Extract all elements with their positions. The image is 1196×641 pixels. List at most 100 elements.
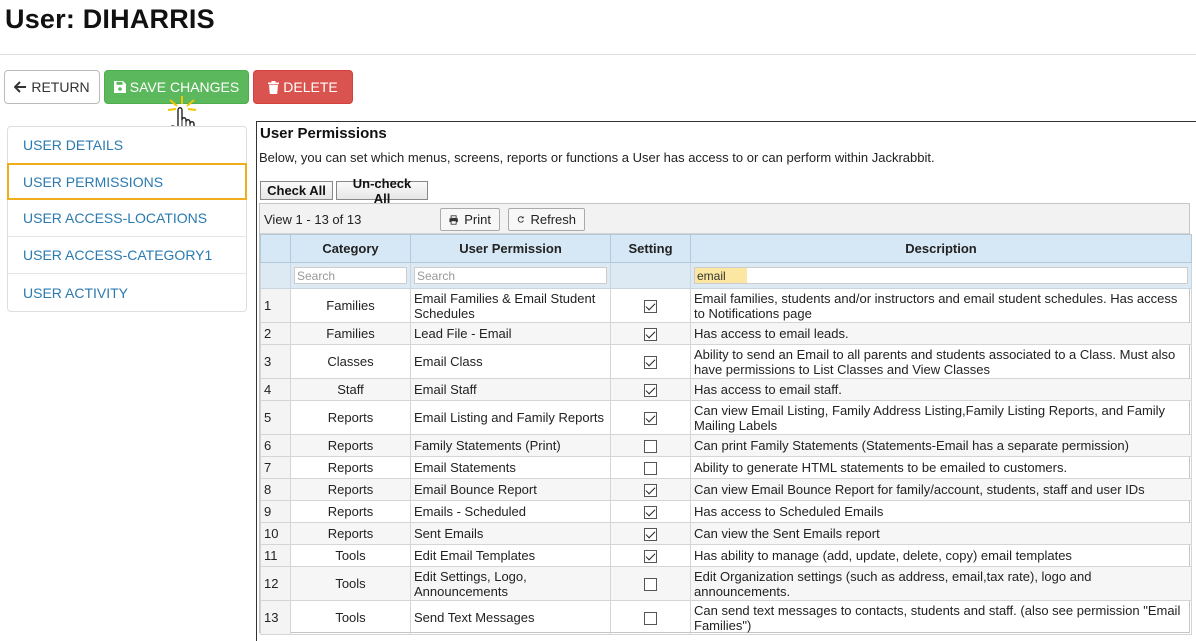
row-description: Ability to send an Email to all parents …: [690, 344, 1192, 379]
row-description: Has access to Scheduled Emails: [690, 500, 1192, 523]
table-row: 2 Families Lead File - Email Has access to …: [260, 322, 1192, 345]
setting-checkbox[interactable]: [644, 506, 657, 520]
row-category: Families: [290, 322, 411, 345]
permissions-grid: View 1 - 13 of 13 Print Refresh Category: [259, 203, 1192, 635]
delete-button[interactable]: DELETE: [253, 70, 353, 104]
panel-description: Below, you can set which menus, screens,…: [259, 150, 935, 165]
user-sidebar-menu: USER DETAILS USER PERMISSIONS USER ACCES…: [7, 126, 247, 312]
row-setting: [610, 288, 691, 323]
column-header-user-permission[interactable]: User Permission: [410, 234, 611, 263]
sidebar-item-user-activity[interactable]: USER ACTIVITY: [8, 274, 246, 311]
sidebar-item-user-access-category1[interactable]: USER ACCESS-CATEGORY1: [8, 237, 246, 274]
row-permission: Lead File - Email: [410, 322, 611, 345]
setting-checkbox[interactable]: [644, 528, 657, 542]
setting-checkbox[interactable]: [644, 412, 657, 426]
grid-toolbar: View 1 - 13 of 13 Print Refresh: [260, 204, 1189, 234]
row-description: Can view Email Listing, Family Address L…: [690, 400, 1192, 435]
table-row: 1 Families Email Families & Email Student …: [260, 288, 1192, 323]
save-changes-label: SAVE CHANGES: [129, 79, 240, 95]
row-description: Can view Email Bounce Report for family/…: [690, 478, 1192, 501]
row-number: 3: [260, 344, 291, 379]
column-header-category[interactable]: Category: [290, 234, 411, 263]
row-category: Reports: [290, 434, 411, 457]
table-row: 7 Reports Email Statements Ability to gener…: [260, 456, 1192, 479]
filter-cell-empty: [260, 262, 291, 289]
refresh-button[interactable]: Refresh: [508, 208, 585, 231]
row-number: 13: [260, 600, 291, 635]
print-button[interactable]: Print: [440, 208, 500, 231]
row-permission: Email Listing and Family Reports: [410, 400, 611, 435]
return-button[interactable]: RETURN: [4, 70, 100, 104]
row-setting: [610, 378, 691, 401]
row-permission: Family Statements (Print): [410, 434, 611, 457]
setting-checkbox[interactable]: [644, 578, 657, 592]
setting-checkbox[interactable]: [644, 356, 657, 370]
row-number: 2: [260, 322, 291, 345]
sidebar-item-user-details[interactable]: USER DETAILS: [8, 127, 246, 164]
row-description: Ability to generate HTML statements to b…: [690, 456, 1192, 479]
page-title: User: DIHARRIS: [5, 4, 215, 34]
row-permission: Email Class: [410, 344, 611, 379]
row-number: 11: [260, 544, 291, 567]
refresh-icon: [517, 216, 524, 223]
description-search-input[interactable]: [694, 267, 1188, 284]
setting-checkbox[interactable]: [644, 384, 657, 398]
print-label: Print: [464, 212, 491, 227]
table-row: 11 Tools Edit Email Templates Has ability t…: [260, 544, 1192, 567]
refresh-label: Refresh: [530, 212, 576, 227]
table-row: 9 Reports Emails - Scheduled Has access to …: [260, 500, 1192, 523]
row-category: Tools: [290, 566, 411, 601]
column-header-row-number: [260, 234, 291, 263]
category-search-input[interactable]: [294, 267, 407, 284]
row-setting: [610, 434, 691, 457]
row-permission: Edit Email Templates: [410, 544, 611, 567]
row-category: Reports: [290, 400, 411, 435]
row-description: Has ability to manage (add, update, dele…: [690, 544, 1192, 567]
row-permission: Email Families & Email Student Schedules: [410, 288, 611, 323]
row-permission: Emails - Scheduled: [410, 500, 611, 523]
trash-icon: [268, 80, 280, 94]
setting-checkbox[interactable]: [644, 484, 657, 498]
row-category: Reports: [290, 522, 411, 545]
row-setting: [610, 522, 691, 545]
setting-checkbox[interactable]: [644, 550, 657, 564]
row-number: 6: [260, 434, 291, 457]
filter-row: [260, 262, 1192, 289]
table-row: 5 Reports Email Listing and Family Reports…: [260, 400, 1192, 435]
title-divider: [0, 54, 1196, 55]
row-permission: Edit Settings, Logo, Announcements: [410, 566, 611, 601]
setting-checkbox[interactable]: [644, 328, 657, 342]
sidebar-item-user-permissions[interactable]: USER PERMISSIONS: [7, 163, 247, 200]
column-header-description[interactable]: Description: [690, 234, 1192, 263]
row-setting: [610, 478, 691, 501]
row-permission: Email Staff: [410, 378, 611, 401]
row-setting: [610, 400, 691, 435]
save-changes-button[interactable]: SAVE CHANGES: [104, 70, 249, 104]
row-category: Tools: [290, 544, 411, 567]
row-number: 1: [260, 288, 291, 323]
row-number: 7: [260, 456, 291, 479]
setting-checkbox[interactable]: [644, 300, 657, 314]
table-row: 4 Staff Email Staff Has access to email sta…: [260, 378, 1192, 401]
row-permission: Email Bounce Report: [410, 478, 611, 501]
row-setting: [610, 456, 691, 479]
column-header-setting[interactable]: Setting: [610, 234, 691, 263]
sidebar-item-label: USER ACCESS-CATEGORY1: [23, 247, 213, 263]
row-setting: [610, 322, 691, 345]
arrow-left-icon: [14, 81, 27, 93]
sidebar-item-label: USER ACTIVITY: [23, 284, 129, 301]
check-all-button[interactable]: Check All: [260, 181, 333, 200]
row-number: 12: [260, 566, 291, 601]
row-number: 9: [260, 500, 291, 523]
row-number: 4: [260, 378, 291, 401]
setting-checkbox[interactable]: [644, 612, 657, 626]
sidebar-item-user-access-locations[interactable]: USER ACCESS-LOCATIONS: [8, 200, 246, 237]
delete-label: DELETE: [283, 79, 338, 95]
setting-checkbox[interactable]: [644, 440, 657, 454]
permission-search-input[interactable]: [414, 267, 607, 284]
row-setting: [610, 566, 691, 601]
setting-checkbox[interactable]: [644, 462, 657, 476]
uncheck-all-button[interactable]: Un-check All: [336, 176, 428, 206]
row-number: 8: [260, 478, 291, 501]
printer-icon: [449, 214, 458, 225]
